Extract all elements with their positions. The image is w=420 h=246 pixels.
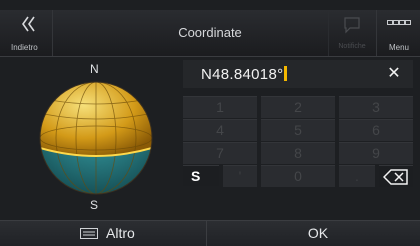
menu-label: Menu	[388, 43, 409, 52]
header-bar: Indietro Coordinate Notifiche Menu	[0, 10, 420, 57]
key-s[interactable]: S	[183, 165, 219, 186]
backspace-button[interactable]	[379, 165, 413, 187]
speech-bubble-icon	[344, 17, 360, 34]
key-7[interactable]: 7	[183, 142, 257, 164]
compass-north-label: N	[90, 62, 99, 76]
key-3[interactable]: 3	[339, 96, 413, 118]
back-label: Indietro	[11, 43, 38, 52]
key-6[interactable]: 6	[339, 119, 413, 141]
key-0[interactable]: 0	[261, 165, 335, 187]
list-icon	[80, 228, 98, 239]
key-5[interactable]: 5	[261, 119, 335, 141]
keypad: 1 2 3 4 5 6 7 8 9 S ' 0 .	[183, 96, 413, 209]
key-8[interactable]: 8	[261, 142, 335, 164]
coordinate-screen: Indietro Coordinate Notifiche Menu N S N…	[0, 0, 420, 246]
notifications-button[interactable]: Notifiche	[328, 10, 375, 56]
notifications-label: Notifiche	[338, 43, 366, 50]
menu-button[interactable]: Menu	[376, 10, 420, 56]
key-apostrophe[interactable]: '	[223, 165, 257, 187]
text-cursor	[284, 66, 288, 81]
key-dot[interactable]: .	[339, 165, 375, 187]
key-2[interactable]: 2	[261, 96, 335, 118]
compass-south-label: S	[90, 198, 99, 212]
key-4[interactable]: 4	[183, 119, 257, 141]
clear-button[interactable]: ✕	[381, 62, 407, 86]
bottom-bar: Altro OK	[0, 220, 420, 246]
globe-icon	[39, 81, 153, 195]
more-button[interactable]: Altro	[10, 221, 207, 246]
back-button[interactable]: Indietro	[6, 10, 53, 56]
coordinate-input[interactable]: N48.84018° ✕	[183, 60, 413, 88]
more-label: Altro	[106, 225, 135, 241]
ok-button[interactable]: OK	[216, 221, 420, 246]
backspace-icon	[383, 168, 408, 185]
double-chevron-left-icon	[22, 16, 35, 32]
menu-grid-icon	[387, 20, 411, 30]
coordinate-value: N48.84018°	[201, 66, 288, 83]
key-9[interactable]: 9	[339, 142, 413, 164]
key-1[interactable]: 1	[183, 96, 257, 118]
